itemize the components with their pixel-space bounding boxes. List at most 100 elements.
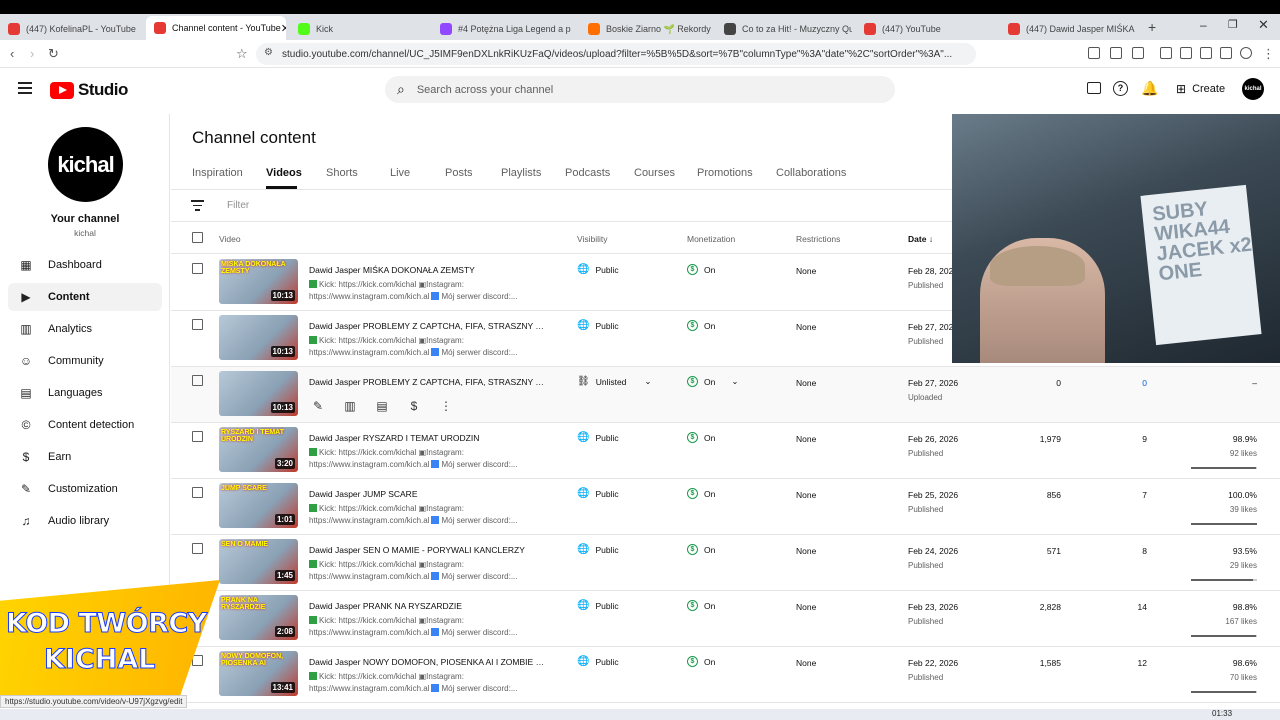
visibility-cell[interactable]: 🌐 Public <box>577 600 619 611</box>
translate-icon[interactable] <box>1088 47 1100 59</box>
video-title[interactable]: Dawid Jasper SEN O MAMIE - PORYWALI KANC… <box>309 545 549 555</box>
tab-posts[interactable]: Posts <box>445 167 473 179</box>
video-thumbnail[interactable]: PRANK NA RYSZARDZIE 2:08 <box>219 595 298 640</box>
monetization-cell[interactable]: $ On <box>687 432 715 443</box>
video-title[interactable]: Dawid Jasper RYSZARD I TEMAT URODZIN <box>309 433 549 443</box>
video-thumbnail[interactable]: 10:13 <box>219 315 298 360</box>
video-thumbnail[interactable]: SEN O MAMIE 1:45 <box>219 539 298 584</box>
close-window-icon[interactable]: ✕ <box>1258 17 1269 33</box>
video-thumbnail[interactable]: NOWY DOMOFON, PIOSENKA AI 13:41 <box>219 651 298 696</box>
notifications-icon[interactable]: 🔔 <box>1141 80 1158 97</box>
row-checkbox[interactable] <box>192 655 203 666</box>
row-checkbox[interactable] <box>192 431 203 442</box>
media-icon[interactable] <box>1160 47 1172 59</box>
download-icon[interactable] <box>1220 47 1232 59</box>
tab-collaborations[interactable]: Collaborations <box>776 167 846 179</box>
visibility-cell[interactable]: 🌐 Public <box>577 656 619 667</box>
sidebar-item-community[interactable]: ☺ Community <box>8 347 162 375</box>
visibility-cell[interactable]: 🌐 Public <box>577 320 619 331</box>
table-row[interactable]: SEN O MAMIE 1:45 Dawid Jasper SEN O MAMIE … <box>171 535 1280 591</box>
browser-tab[interactable]: Kick <box>290 18 428 40</box>
video-thumbnail[interactable]: RYSZARD I TEMAT URODZIN 3:20 <box>219 427 298 472</box>
tab-playlists[interactable]: Playlists <box>501 167 541 179</box>
tab-live[interactable]: Live <box>390 167 410 179</box>
sidebar-item-customization[interactable]: ✎ Customization <box>8 475 162 503</box>
comments-cell[interactable]: 8 <box>1077 546 1147 556</box>
video-title[interactable]: Dawid Jasper NOWY DOMOFON, PIOSENKA AI I… <box>309 657 549 667</box>
comments-cell[interactable]: 9 <box>1077 434 1147 444</box>
edit-icon[interactable]: ✎ <box>309 397 327 415</box>
sidebar-item-audio-library[interactable]: ♫ Audio library <box>8 507 162 535</box>
monetization-cell[interactable]: $ On <box>687 600 715 611</box>
col-monetization[interactable]: Monetization <box>687 234 735 244</box>
monetization-cell[interactable]: $ On ⌄ <box>687 376 738 387</box>
table-row[interactable]: 10:13 Dawid Jasper PROBLEMY Z CAPTCHA, FI… <box>171 367 1280 423</box>
channel-avatar[interactable]: kichal <box>48 127 123 202</box>
comments-icon[interactable]: ▤ <box>373 397 391 415</box>
browser-tab[interactable]: Channel content - YouTube ✕ <box>146 16 286 40</box>
account-avatar[interactable]: kichal <box>1242 78 1264 100</box>
visibility-cell[interactable]: 🌐 Public <box>577 488 619 499</box>
forward-icon[interactable]: › <box>30 46 34 61</box>
bookmark-icon[interactable]: ☆ <box>236 46 248 62</box>
maximize-icon[interactable]: ❐ <box>1228 18 1238 31</box>
sidebar-item-earn[interactable]: $ Earn <box>8 443 162 471</box>
browser-tab[interactable]: Boskie Ziarno 🌱 Rekordy stre <box>580 18 712 40</box>
monetization-icon[interactable]: $ <box>405 397 423 415</box>
tab-podcasts[interactable]: Podcasts <box>565 167 610 179</box>
hamburger-icon[interactable] <box>18 82 32 94</box>
minimize-icon[interactable]: – <box>1200 18 1207 32</box>
options-icon[interactable]: ⋮ <box>437 397 455 415</box>
screenshot-icon[interactable] <box>1132 47 1144 59</box>
table-row[interactable]: RYSZARD I TEMAT URODZIN 3:20 Dawid Jasper … <box>171 423 1280 479</box>
sidepanel-icon[interactable] <box>1180 47 1192 59</box>
help-icon[interactable]: ? <box>1113 81 1128 96</box>
monetization-cell[interactable]: $ On <box>687 488 715 499</box>
search-input[interactable]: ⌕ Search across your channel <box>385 76 895 103</box>
tab-courses[interactable]: Courses <box>634 167 675 179</box>
row-checkbox[interactable] <box>192 263 203 274</box>
browser-tab[interactable]: (447) YouTube <box>856 18 996 40</box>
row-checkbox[interactable] <box>192 543 203 554</box>
video-title[interactable]: Dawid Jasper JUMP SCARE <box>309 489 549 499</box>
comments-cell[interactable]: 0 <box>1077 378 1147 388</box>
video-title[interactable]: Dawid Jasper PROBLEMY Z CAPTCHA, FIFA, S… <box>309 377 549 387</box>
sidebar-item-languages[interactable]: ▤ Languages <box>8 379 162 407</box>
video-thumbnail[interactable]: MIŚKA DOKONAŁA ZEMSTY 10:13 <box>219 259 298 304</box>
video-title[interactable]: Dawid Jasper PROBLEMY Z CAPTCHA, FIFA, S… <box>309 321 549 331</box>
analytics-icon[interactable]: ▥ <box>341 397 359 415</box>
site-info-icon[interactable]: ⚙ <box>264 47 273 58</box>
chevron-down-icon[interactable]: ⌄ <box>644 376 651 387</box>
create-button[interactable]: ⊞ Create <box>1168 77 1234 101</box>
monetization-cell[interactable]: $ On <box>687 656 715 667</box>
visibility-cell[interactable]: 🌐 Public <box>577 432 619 443</box>
table-row[interactable]: PRANK NA RYSZARDZIE 2:08 Dawid Jasper PRAN… <box>171 591 1280 647</box>
row-checkbox[interactable] <box>192 487 203 498</box>
browser-tab[interactable]: Co to za Hit! - Muzyczny Quiz <box>716 18 852 40</box>
comments-cell[interactable]: 7 <box>1077 490 1147 500</box>
tab-videos[interactable]: Videos <box>266 167 302 179</box>
video-title[interactable]: Dawid Jasper PRANK NA RYSZARDZIE <box>309 601 549 611</box>
video-thumbnail[interactable]: 10:13 <box>219 371 298 416</box>
reload-icon[interactable]: ↻ <box>48 46 59 62</box>
col-date[interactable]: Date ↓ <box>908 234 933 244</box>
comments-cell[interactable]: 14 <box>1077 602 1147 612</box>
row-checkbox[interactable] <box>192 375 203 386</box>
monetization-cell[interactable]: $ On <box>687 320 715 331</box>
comments-cell[interactable]: 12 <box>1077 658 1147 668</box>
col-video[interactable]: Video <box>219 234 241 244</box>
table-row[interactable]: NOWY DOMOFON, PIOSENKA AI 13:41 Dawid Jasp… <box>171 647 1280 703</box>
sidebar-item-analytics[interactable]: ▥ Analytics <box>8 315 162 343</box>
new-tab-icon[interactable]: + <box>1148 19 1156 35</box>
monetization-cell[interactable]: $ On <box>687 264 715 275</box>
col-restrictions[interactable]: Restrictions <box>796 234 840 244</box>
table-row[interactable]: JUMP SCARE 1:01 Dawid Jasper JUMP SCARE Kic… <box>171 479 1280 535</box>
filter-icon[interactable] <box>191 200 204 211</box>
search-icon[interactable]: ⌕ <box>397 81 405 98</box>
sidebar-item-dashboard[interactable]: ▦ Dashboard <box>8 251 162 279</box>
col-visibility[interactable]: Visibility <box>577 234 608 244</box>
tab-close-icon[interactable]: ✕ <box>281 22 286 35</box>
chevron-down-icon[interactable]: ⌄ <box>731 376 738 387</box>
browser-tab[interactable]: #4 Potężna Liga Legend a p <box>432 18 576 40</box>
shield-icon[interactable] <box>1240 47 1252 59</box>
